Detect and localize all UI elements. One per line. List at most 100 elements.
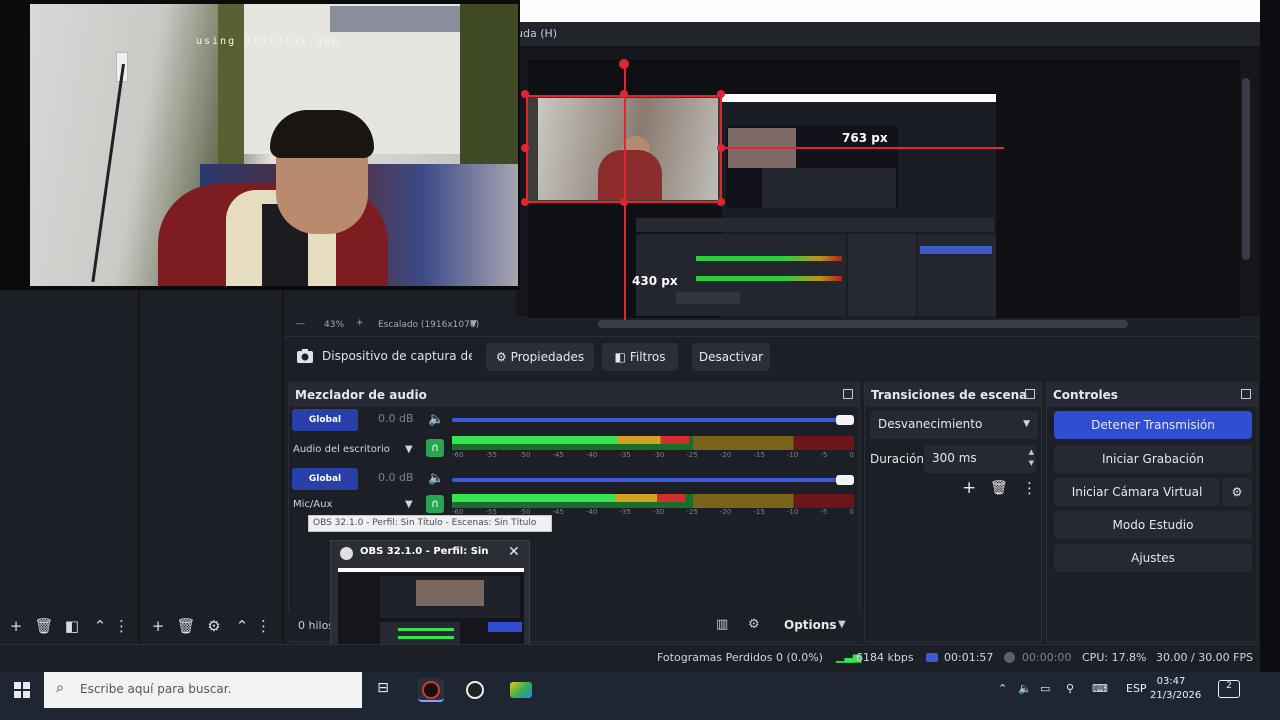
meter-tick-label: -25: [686, 451, 698, 459]
duration-input[interactable]: 300 ms ▲ ▼: [924, 445, 1036, 473]
droidcam-taskbar-icon[interactable]: [462, 678, 488, 702]
notifications-icon[interactable]: 2: [1218, 680, 1240, 698]
chevron-down-icon[interactable]: ▼: [838, 619, 846, 630]
chevron-up-icon[interactable]: ⌃: [998, 682, 1007, 695]
popout-icon[interactable]: [1241, 389, 1251, 399]
chevron-down-icon[interactable]: ▼: [405, 444, 413, 455]
resize-handle[interactable]: [717, 144, 725, 152]
volume-slider[interactable]: [452, 475, 854, 485]
stop-stream-button[interactable]: Detener Transmisión: [1054, 411, 1252, 439]
audio-mixer-title-text: Mezclador de audio: [295, 388, 427, 402]
menu-help[interactable]: uda (H): [516, 27, 557, 40]
track-name: Mic/Aux: [293, 499, 333, 510]
add-source-icon[interactable]: +: [144, 617, 172, 635]
captured-source-toolbar: [636, 218, 994, 232]
options-button[interactable]: Options: [784, 618, 837, 632]
chevron-up-icon[interactable]: ⌃: [86, 617, 114, 635]
windows-start-icon[interactable]: [14, 682, 30, 698]
gear-icon[interactable]: ⚙: [748, 617, 760, 632]
filters-button[interactable]: ◧ Filtros: [602, 343, 678, 371]
deactivate-button[interactable]: Desactivar: [692, 343, 770, 371]
webcam-poster: [330, 6, 460, 32]
properties-button[interactable]: ⚙ Propiedades: [486, 343, 594, 371]
meter-tick-label: -50: [518, 451, 531, 459]
chevron-up-icon[interactable]: ⌃: [228, 617, 256, 635]
spin-arrows-icon[interactable]: ▲ ▼: [1029, 447, 1034, 469]
volume-slider-knob[interactable]: [836, 415, 854, 425]
preview-horizontal-scrollbar[interactable]: [598, 320, 1128, 328]
language-indicator[interactable]: ESP: [1126, 682, 1147, 695]
add-scene-icon[interactable]: +: [2, 617, 30, 635]
meter-tick-label: -5: [820, 451, 828, 459]
distance-guide-vertical: [624, 60, 626, 320]
connection-icon[interactable]: ⚲: [1066, 682, 1074, 695]
volume-slider-knob[interactable]: [836, 475, 854, 485]
keyboard-icon[interactable]: ⌨: [1092, 682, 1108, 695]
resize-handle[interactable]: [521, 90, 529, 98]
controls-title: Controles: [1047, 383, 1257, 407]
close-icon[interactable]: ✕: [508, 544, 520, 560]
resize-handle[interactable]: [717, 90, 725, 98]
trash-icon[interactable]: 🗑: [172, 617, 200, 635]
studio-mode-button[interactable]: Modo Estudio: [1054, 511, 1252, 539]
resize-handle[interactable]: [521, 144, 529, 152]
resize-handle[interactable]: [620, 198, 628, 206]
resize-handle[interactable]: [521, 198, 529, 206]
transition-select[interactable]: Desvanecimiento ▼: [870, 411, 1038, 439]
mixer-footer-text: 0 hilos: [298, 619, 335, 632]
more-icon[interactable]: ⋮: [114, 617, 129, 635]
transitions-title-text: Transiciones de escena: [871, 388, 1028, 402]
taskbar-search[interactable]: Escribe aquí para buscar.: [44, 672, 362, 708]
zoom-in-icon[interactable]: +: [356, 318, 364, 328]
filter-icon: ◧: [614, 350, 626, 364]
properties-label: Propiedades: [510, 350, 585, 364]
add-transition-icon[interactable]: +: [962, 478, 976, 498]
preview-vertical-scrollbar[interactable]: [1242, 78, 1250, 260]
meter-tick-label: -30: [652, 451, 665, 459]
meter-tick-label: -15: [753, 451, 765, 459]
captured-transitions: [848, 234, 916, 316]
trash-icon[interactable]: 🗑: [30, 617, 58, 635]
gear-icon[interactable]: ⚙: [1222, 478, 1252, 506]
network-icon[interactable]: ▭: [1040, 682, 1050, 695]
webcam-feed: using droidcam.app: [30, 4, 518, 286]
bluestacks-taskbar-icon[interactable]: [508, 678, 534, 702]
webcam-watermark: using droidcam.app: [196, 36, 341, 47]
taskbar-clock[interactable]: 03:47 21/3/2026: [1150, 675, 1202, 703]
captured-meter: [696, 276, 842, 281]
obs-taskbar-icon[interactable]: [418, 678, 444, 702]
record-time: 00:00:00: [1022, 651, 1072, 664]
record-icon: [1004, 652, 1015, 663]
task-view-icon[interactable]: ⊟: [372, 680, 394, 700]
captured-meter: [696, 256, 842, 261]
more-icon[interactable]: ⋮: [1022, 479, 1037, 497]
start-recording-button[interactable]: Iniciar Grabación: [1054, 445, 1252, 473]
chevron-down-icon[interactable]: ▼: [405, 499, 413, 510]
volume-slider[interactable]: [452, 415, 854, 425]
columns-icon[interactable]: ▥: [716, 617, 728, 632]
track-global-button[interactable]: Global: [292, 468, 358, 490]
headphones-icon[interactable]: ∩: [426, 495, 444, 513]
zoom-out-icon[interactable]: —: [296, 319, 305, 329]
settings-button[interactable]: Ajustes: [1054, 544, 1252, 572]
speaker-icon[interactable]: 🔈: [428, 471, 444, 486]
filter-icon[interactable]: ◧: [58, 617, 86, 635]
resize-handle[interactable]: [717, 198, 725, 206]
resize-handle[interactable]: [619, 59, 629, 69]
chevron-down-icon[interactable]: ▼: [470, 319, 477, 329]
popout-icon[interactable]: [1025, 389, 1035, 399]
clock-date: 21/3/2026: [1150, 690, 1202, 701]
track-global-button[interactable]: Global: [292, 409, 358, 431]
volume-icon[interactable]: 🔈: [1018, 682, 1032, 695]
headphones-icon[interactable]: ∩: [426, 439, 444, 457]
more-icon[interactable]: ⋮: [256, 617, 271, 635]
chevron-down-icon: ▼: [1023, 419, 1030, 429]
gear-icon[interactable]: ⚙: [200, 617, 228, 635]
scale-mode[interactable]: Escalado (1916x1076): [378, 320, 479, 330]
trash-icon[interactable]: 🗑: [990, 480, 1008, 496]
speaker-icon[interactable]: 🔈: [428, 412, 444, 427]
popout-icon[interactable]: [843, 389, 853, 399]
audio-mixer-title: Mezclador de audio: [289, 383, 859, 407]
start-virtual-camera-button[interactable]: Iniciar Cámara Virtual: [1054, 478, 1220, 506]
resize-handle[interactable]: [620, 90, 628, 98]
